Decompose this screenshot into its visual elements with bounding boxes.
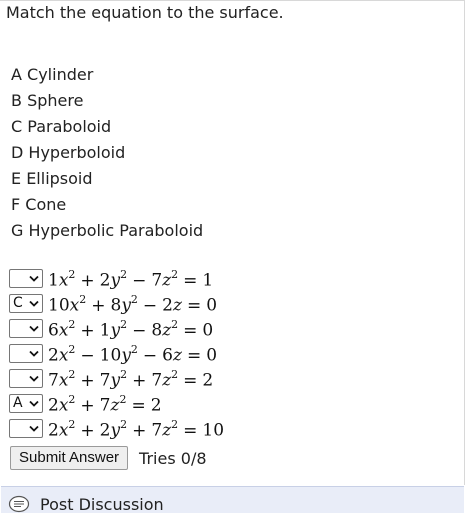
answer-select[interactable] (9, 369, 43, 388)
surface-options-list: A Cylinder B Sphere C Paraboloid D Hyper… (11, 65, 203, 247)
equation-row: 2x2−10y2−6z = 0 (9, 341, 224, 366)
equation-text: 2x2 +7z2 = 2 (48, 393, 162, 416)
answer-select[interactable]: A (9, 394, 43, 413)
equation-row: 2x2 +2y2 +7z2 = 10 (9, 416, 224, 441)
equation-text: 6x2 +1y2−8z2 = 0 (48, 318, 214, 341)
chevron-down-icon (29, 350, 39, 357)
option-cone: F Cone (11, 195, 67, 214)
option-cylinder: A Cylinder (11, 65, 94, 84)
chevron-down-icon (29, 325, 39, 332)
post-discussion-bar[interactable]: Post Discussion (1, 486, 464, 514)
equation-text: 2x2 +2y2 +7z2 = 10 (48, 418, 225, 441)
equation-text: 1x2 +2y2−7z2 = 1 (48, 268, 214, 291)
answer-select-value: C (13, 295, 23, 311)
answer-select[interactable] (9, 269, 43, 288)
tries-counter: Tries 0/8 (139, 448, 207, 468)
answer-select[interactable]: C (9, 294, 43, 313)
equation-row: A 2x2 +7z2 = 2 (9, 391, 224, 416)
answer-select[interactable] (9, 419, 43, 438)
chevron-down-icon (29, 375, 39, 382)
submit-row: Submit Answer Tries 0/8 (10, 446, 207, 470)
equation-text: 2x2−10y2−6z = 0 (48, 343, 218, 366)
equation-matching-list: 1x2 +2y2−7z2 = 1 C 10x2 +8y2−2z = 0 6x2 +1y2−8z2 = 0… (9, 266, 224, 441)
equation-row: 1x2 +2y2−7z2 = 1 (9, 266, 224, 291)
option-hyperboloid: D Hyperboloid (11, 143, 126, 162)
answer-select[interactable] (9, 319, 43, 338)
equation-row: 6x2 +1y2−8z2 = 0 (9, 316, 224, 341)
equation-text: 7x2 +7y2 +7z2 = 2 (48, 368, 214, 391)
answer-select-value: A (13, 395, 23, 411)
answer-select[interactable] (9, 344, 43, 363)
equation-text: 10x2 +8y2−2z = 0 (48, 293, 218, 316)
chevron-down-icon (29, 400, 39, 407)
submit-answer-button[interactable]: Submit Answer (10, 446, 129, 470)
discussion-bubble-icon (8, 495, 30, 513)
post-discussion-label: Post Discussion (40, 495, 164, 514)
option-hyperbolic-paraboloid: G Hyperbolic Paraboloid (11, 221, 204, 240)
option-paraboloid: C Paraboloid (11, 117, 112, 136)
chevron-down-icon (29, 425, 39, 432)
option-sphere: B Sphere (11, 91, 84, 110)
option-ellipsoid: E Ellipsoid (11, 169, 93, 188)
question-prompt: Match the equation to the surface. (6, 3, 284, 22)
chevron-down-icon (29, 275, 39, 282)
top-divider (0, 0, 465, 1)
equation-row: 7x2 +7y2 +7z2 = 2 (9, 366, 224, 391)
equation-row: C 10x2 +8y2−2z = 0 (9, 291, 224, 316)
chevron-down-icon (29, 300, 39, 307)
